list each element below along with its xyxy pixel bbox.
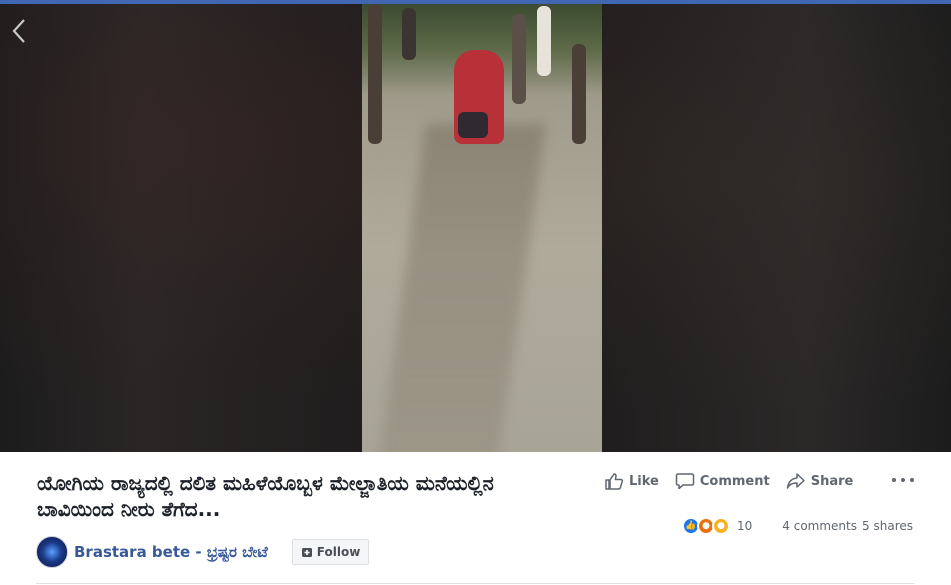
comment-icon — [675, 473, 695, 490]
like-icon — [605, 473, 624, 490]
post-stats: 👍 ● ● 10 4 comments 5 shares — [682, 516, 913, 536]
share-icon — [786, 473, 805, 489]
video-player[interactable] — [362, 4, 602, 452]
author-name-link[interactable]: Brastara bete - ಭ್ರಷ್ಟರ ಬೇಟೆ — [74, 543, 268, 561]
more-dot — [892, 478, 896, 482]
sad-reaction-icon: ● — [712, 517, 730, 535]
avatar[interactable] — [36, 536, 68, 568]
comments-count-link[interactable]: 4 comments — [782, 519, 857, 533]
author-row: Brastara bete - ಭ್ರಷ್ಟರ ಬೇಟೆ Follow — [36, 536, 370, 568]
comment-label: Comment — [699, 473, 770, 489]
follow-icon — [301, 548, 312, 557]
post-details-panel: ಯೋಗಿಯ ರಾಜ್ಯದಲ್ಲಿ ದಲಿತ ಮಹಿಳೆಯೊಬ್ಬಳ ಮೇಲ್ಜಾ… — [0, 452, 951, 585]
share-button[interactable]: Share — [786, 472, 854, 490]
video-subject — [454, 50, 504, 144]
like-button[interactable]: Like — [604, 472, 659, 490]
reactions-summary[interactable]: 👍 ● ● — [682, 517, 730, 535]
more-options-icon[interactable] — [892, 474, 914, 486]
comment-button[interactable]: Comment — [675, 472, 770, 490]
divider — [36, 583, 914, 584]
shares-count-link[interactable]: 5 shares — [862, 519, 913, 533]
more-dot — [910, 478, 914, 482]
post-title: ಯೋಗಿಯ ರಾಜ್ಯದಲ್ಲಿ ದಲಿತ ಮಹಿಳೆಯೊಬ್ಬಳ ಮೇಲ್ಜಾ… — [37, 471, 494, 521]
more-dot — [901, 478, 905, 482]
follow-button[interactable]: Follow — [291, 539, 370, 565]
video-dirt-path — [378, 124, 546, 452]
like-label: Like — [629, 473, 659, 489]
back-arrow-icon[interactable] — [8, 16, 30, 46]
video-person — [537, 6, 551, 76]
reactions-count[interactable]: 10 — [737, 519, 752, 533]
video-person — [512, 14, 526, 104]
video-person — [572, 44, 586, 144]
follow-label: Follow — [316, 545, 361, 559]
video-person — [368, 4, 382, 144]
post-actions: Like Comment Share — [604, 470, 869, 492]
video-person — [402, 8, 416, 60]
share-label: Share — [810, 473, 854, 489]
